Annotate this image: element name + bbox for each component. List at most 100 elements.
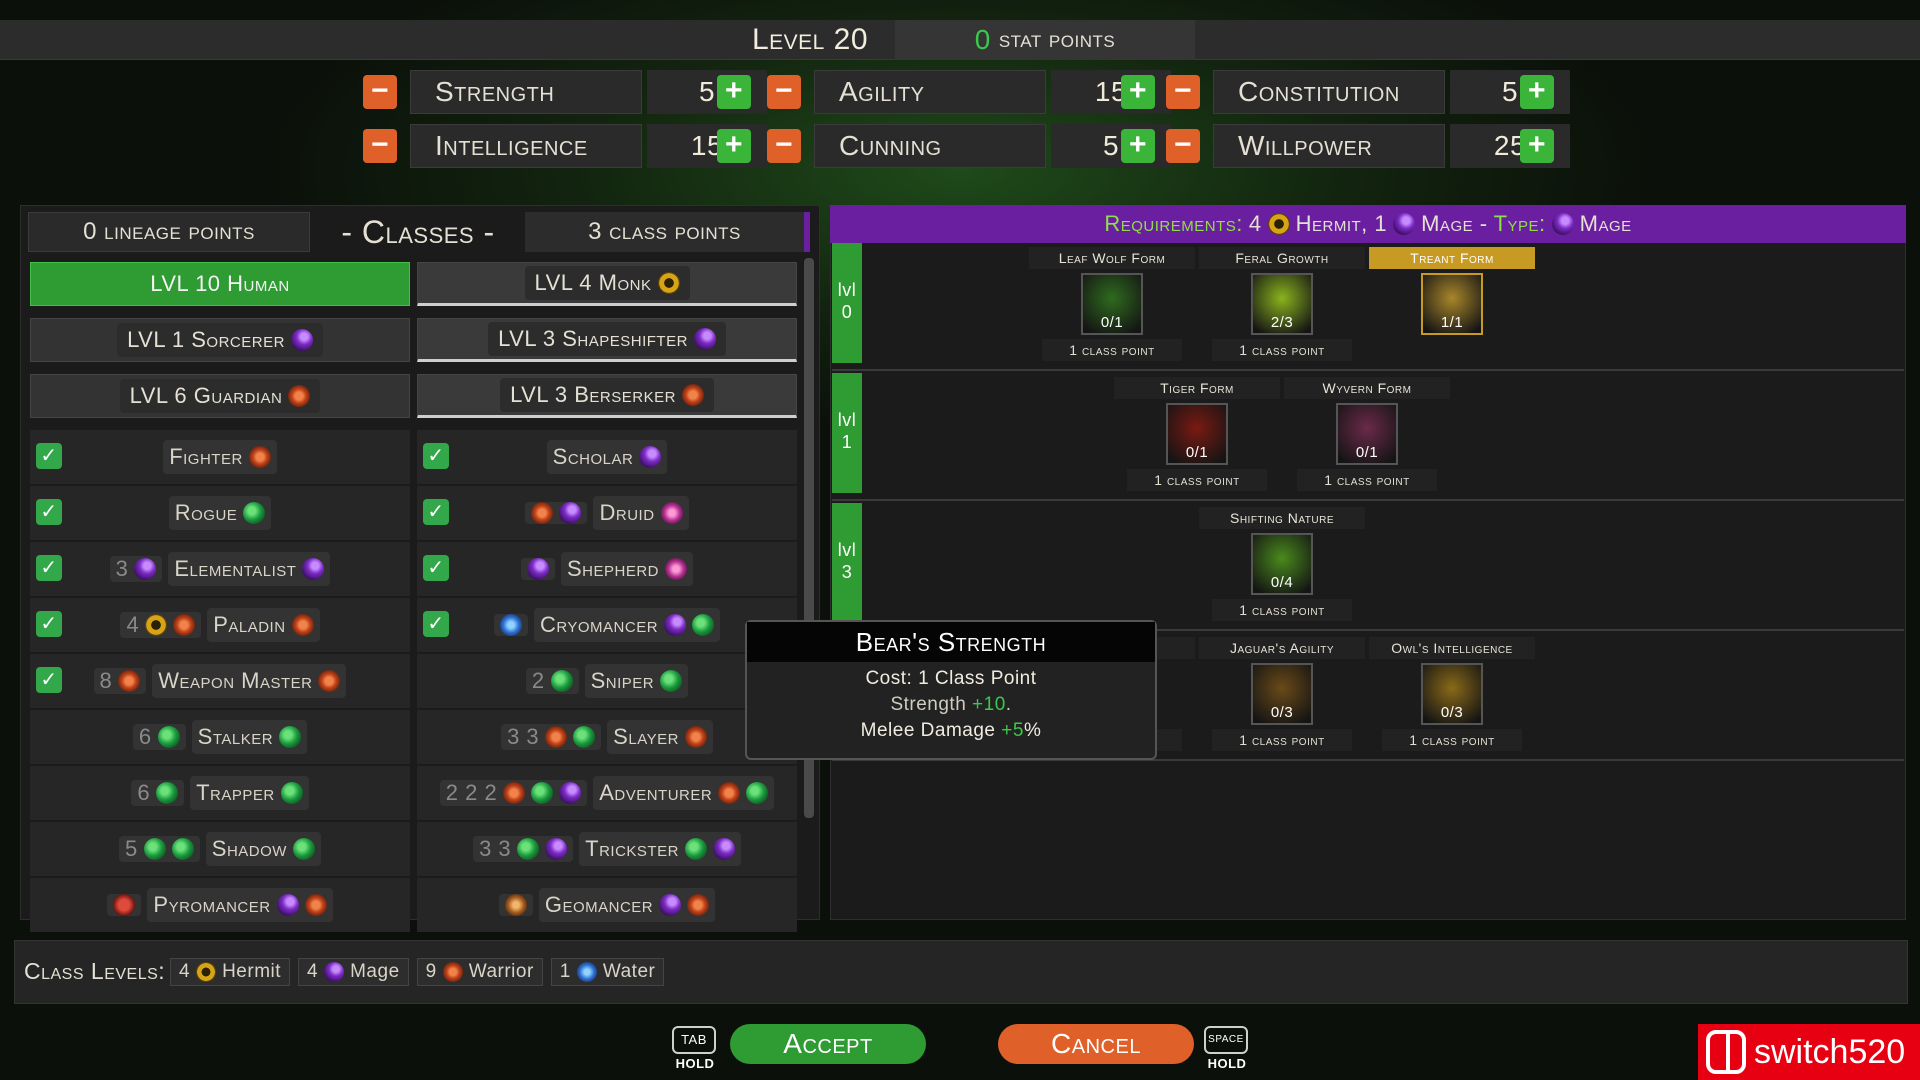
constitution-increase-button[interactable]: + bbox=[1520, 75, 1554, 109]
class-name: Trapper bbox=[196, 780, 275, 805]
class-lvl-4-monk[interactable]: LVL 4 Monk bbox=[417, 262, 797, 306]
class-lvl-3-berserker[interactable]: LVL 3 Berserker bbox=[417, 374, 797, 418]
agility-decrease-button[interactable]: − bbox=[767, 75, 801, 109]
cancel-button[interactable]: Cancel bbox=[998, 1024, 1194, 1064]
class-row-fighter[interactable]: ✓ Fighter bbox=[30, 430, 410, 484]
class-row-rogue[interactable]: ✓ Rogue bbox=[30, 486, 410, 540]
skill-tiger-form[interactable]: Tiger Form 0/1 1 class point bbox=[1114, 377, 1280, 491]
badge-level: 4 bbox=[179, 961, 191, 982]
cunning-decrease-button[interactable]: − bbox=[767, 129, 801, 163]
unlocked-check-icon: ✓ bbox=[36, 667, 62, 693]
class-points: 3 class points bbox=[525, 212, 810, 252]
accept-button[interactable]: Accept bbox=[730, 1024, 926, 1064]
class-lvl-3-shapeshifter[interactable]: LVL 3 Shapeshifter bbox=[417, 318, 797, 362]
skill-art-icon[interactable]: 1/1 bbox=[1421, 273, 1483, 335]
rogue-icon bbox=[660, 670, 683, 692]
strength-increase-button[interactable]: + bbox=[717, 75, 751, 109]
class-row-elementalist[interactable]: ✓ 3 Elementalist bbox=[30, 542, 410, 596]
class-prerequisites bbox=[493, 614, 528, 636]
class-row-weapon-master[interactable]: ✓ 8 Weapon Master bbox=[30, 654, 410, 708]
intelligence-decrease-button[interactable]: − bbox=[363, 129, 397, 163]
skill-art-icon[interactable]: 0/3 bbox=[1251, 663, 1313, 725]
skill-treant-form[interactable]: Treant Form 1/1 bbox=[1369, 247, 1535, 335]
mage-icon bbox=[559, 502, 582, 524]
geo-icon bbox=[504, 894, 527, 916]
agility-increase-button[interactable]: + bbox=[1121, 75, 1155, 109]
rogue-icon bbox=[684, 838, 707, 860]
class-lvl-1-sorcerer[interactable]: LVL 1 Sorcerer bbox=[30, 318, 410, 362]
class-row-geomancer[interactable]: Geomancer bbox=[417, 878, 797, 932]
skill-art-icon[interactable]: 2/3 bbox=[1251, 273, 1313, 335]
skill-owl-s-intelligence[interactable]: Owl's Intelligence 0/3 1 class point bbox=[1369, 637, 1535, 751]
tier-divider bbox=[832, 499, 1904, 501]
hermit-icon bbox=[145, 614, 168, 636]
skill-name: Tiger Form bbox=[1114, 377, 1280, 399]
class-row-adventurer[interactable]: 2 2 2 Adventurer bbox=[417, 766, 797, 820]
class-prerequisites: 2 2 2 bbox=[439, 780, 588, 806]
class-level-mage: 4 Mage bbox=[298, 958, 409, 986]
skill-art-icon[interactable]: 0/3 bbox=[1421, 663, 1483, 725]
class-row-slayer[interactable]: 3 3 Slayer bbox=[417, 710, 797, 764]
skill-art-icon[interactable]: 0/4 bbox=[1251, 533, 1313, 595]
requirements-bar: Requirements: 4 Hermit, 1 Mage - Type: M… bbox=[830, 205, 1906, 243]
willpower-increase-button[interactable]: + bbox=[1520, 129, 1554, 163]
class-row-druid[interactable]: ✓ Druid bbox=[417, 486, 797, 540]
skill-progress: 0/4 bbox=[1270, 574, 1294, 591]
type-label: Type: bbox=[1493, 211, 1546, 236]
class-row-stalker[interactable]: 6 Stalker bbox=[30, 710, 410, 764]
class-row-trickster[interactable]: 3 3 Trickster bbox=[417, 822, 797, 876]
prereq-count: 3 3 bbox=[507, 724, 540, 749]
skill-shifting-nature[interactable]: Shifting Nature 0/4 1 class point bbox=[1199, 507, 1365, 621]
warrior-icon bbox=[118, 670, 141, 692]
cunning-increase-button[interactable]: + bbox=[1121, 129, 1155, 163]
class-name: Elementalist bbox=[174, 556, 297, 581]
skill-art-icon[interactable]: 0/1 bbox=[1081, 273, 1143, 335]
class-prerequisites: 3 3 bbox=[473, 836, 574, 862]
class-row-shepherd[interactable]: ✓ Shepherd bbox=[417, 542, 797, 596]
skill-art-icon[interactable]: 0/1 bbox=[1336, 403, 1398, 465]
water-icon bbox=[499, 614, 522, 636]
class-levels-label: Class Levels: bbox=[24, 958, 166, 984]
unlocked-check-icon: ✓ bbox=[36, 499, 62, 525]
class-lvl-10-human[interactable]: LVL 10 Human bbox=[30, 262, 410, 306]
space-hold-label: HOLD bbox=[1207, 1056, 1247, 1071]
skill-jaguar-s-agility[interactable]: Jaguar's Agility 0/3 1 class point bbox=[1199, 637, 1365, 751]
skill-leaf-wolf-form[interactable]: Leaf Wolf Form 0/1 1 class point bbox=[1029, 247, 1195, 361]
class-row-shadow[interactable]: 5 Shadow bbox=[30, 822, 410, 876]
prereq-count: 3 3 bbox=[479, 836, 512, 861]
watermark-text: switch520 bbox=[1754, 1032, 1906, 1071]
strength-decrease-button[interactable]: − bbox=[363, 75, 397, 109]
warrior-icon bbox=[531, 502, 554, 524]
class-prerequisites bbox=[498, 894, 533, 916]
class-row-trapper[interactable]: 6 Trapper bbox=[30, 766, 410, 820]
class-row-paladin[interactable]: ✓ 4 Paladin bbox=[30, 598, 410, 652]
skill-cost: 1 class point bbox=[1042, 339, 1182, 361]
class-prerequisites: 5 bbox=[119, 836, 200, 862]
skill-progress: 0/1 bbox=[1185, 444, 1209, 461]
skill-feral-growth[interactable]: Feral Growth 2/3 1 class point bbox=[1199, 247, 1365, 361]
warrior-icon bbox=[684, 726, 707, 748]
skill-progress: 0/1 bbox=[1355, 444, 1379, 461]
willpower-decrease-button[interactable]: − bbox=[1166, 129, 1200, 163]
class-lvl-6-guardian[interactable]: LVL 6 Guardian bbox=[30, 374, 410, 418]
class-row-scholar[interactable]: ✓ Scholar bbox=[417, 430, 797, 484]
water-icon bbox=[576, 962, 597, 982]
level-display: Level 20 bbox=[751, 23, 869, 56]
class-name: Stalker bbox=[197, 724, 274, 749]
type-value: Mage bbox=[1579, 211, 1632, 236]
class-row-sniper[interactable]: 2 Sniper bbox=[417, 654, 797, 708]
constitution-decrease-button[interactable]: − bbox=[1166, 75, 1200, 109]
class-name: Adventurer bbox=[599, 780, 713, 805]
intelligence-increase-button[interactable]: + bbox=[717, 129, 751, 163]
mage-icon bbox=[324, 962, 345, 982]
class-row-pyromancer[interactable]: Pyromancer bbox=[30, 878, 410, 932]
class-row-cryomancer[interactable]: ✓ Cryomancer bbox=[417, 598, 797, 652]
nature-icon bbox=[665, 558, 688, 580]
skill-wyvern-form[interactable]: Wyvern Form 0/1 1 class point bbox=[1284, 377, 1450, 491]
skill-art-icon[interactable]: 0/1 bbox=[1166, 403, 1228, 465]
rogue-icon bbox=[292, 838, 315, 860]
class-level-water: 1 Water bbox=[550, 958, 665, 986]
req-mage: Mage - bbox=[1421, 211, 1488, 236]
skill-cost: 1 class point bbox=[1212, 599, 1352, 621]
mage-icon bbox=[290, 329, 313, 351]
